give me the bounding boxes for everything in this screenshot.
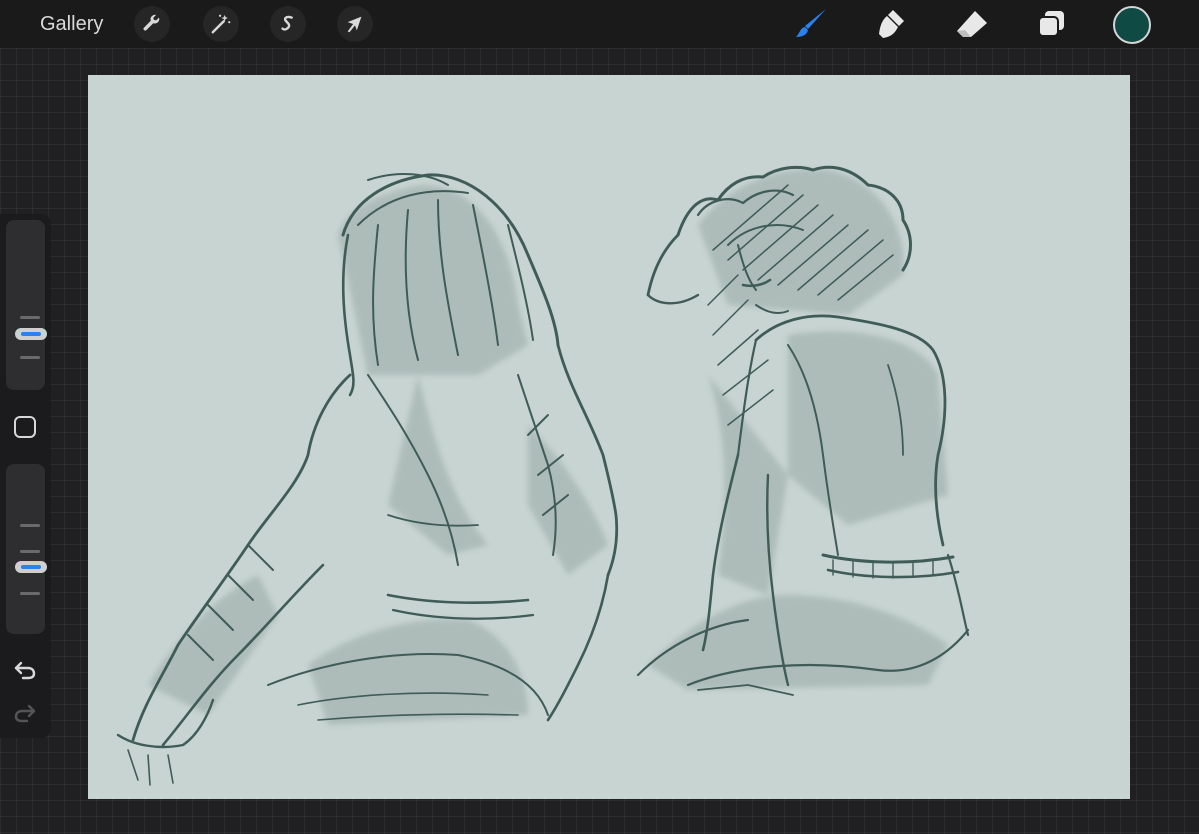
smudge-finger-icon — [879, 10, 904, 38]
selection-button[interactable] — [270, 6, 306, 42]
layers-icon — [1038, 11, 1064, 37]
side-toolbar — [0, 214, 51, 738]
transform-button[interactable] — [337, 6, 373, 42]
redo-icon — [14, 704, 36, 723]
selection-s-icon — [281, 15, 293, 31]
brush-icon — [796, 9, 826, 37]
slider-tick — [20, 524, 40, 527]
sketch-artwork — [116, 165, 970, 786]
layers-button[interactable] — [1031, 6, 1071, 42]
slider-tick — [20, 356, 40, 359]
drawing-canvas[interactable] — [88, 75, 1130, 799]
opacity-slider[interactable] — [6, 464, 47, 634]
arrow-cursor-icon — [347, 16, 362, 33]
actions-button[interactable] — [134, 6, 170, 42]
magic-wand-icon — [211, 14, 231, 34]
right-figure-sketch — [636, 165, 970, 696]
slider-tick — [20, 550, 40, 553]
left-figure-sketch — [116, 172, 619, 786]
slider-tick — [20, 316, 40, 319]
redo-button[interactable] — [12, 702, 38, 724]
brush-tool-button[interactable] — [791, 6, 831, 42]
eraser-tool-button[interactable] — [951, 6, 991, 42]
brush-size-thumb[interactable] — [15, 328, 47, 340]
undo-icon — [14, 661, 36, 680]
top-toolbar: Gallery — [0, 0, 1199, 48]
opacity-thumb[interactable] — [15, 561, 47, 573]
color-picker-button[interactable] — [1113, 6, 1151, 44]
eraser-icon — [957, 11, 987, 37]
adjustments-button[interactable] — [203, 6, 239, 42]
undo-button[interactable] — [12, 659, 38, 681]
smudge-tool-button[interactable] — [870, 6, 910, 42]
wrench-icon — [143, 14, 160, 31]
brush-size-slider[interactable] — [6, 220, 47, 390]
gallery-button[interactable]: Gallery — [40, 12, 103, 36]
square-modify-icon[interactable] — [14, 416, 36, 438]
slider-tick — [20, 592, 40, 595]
